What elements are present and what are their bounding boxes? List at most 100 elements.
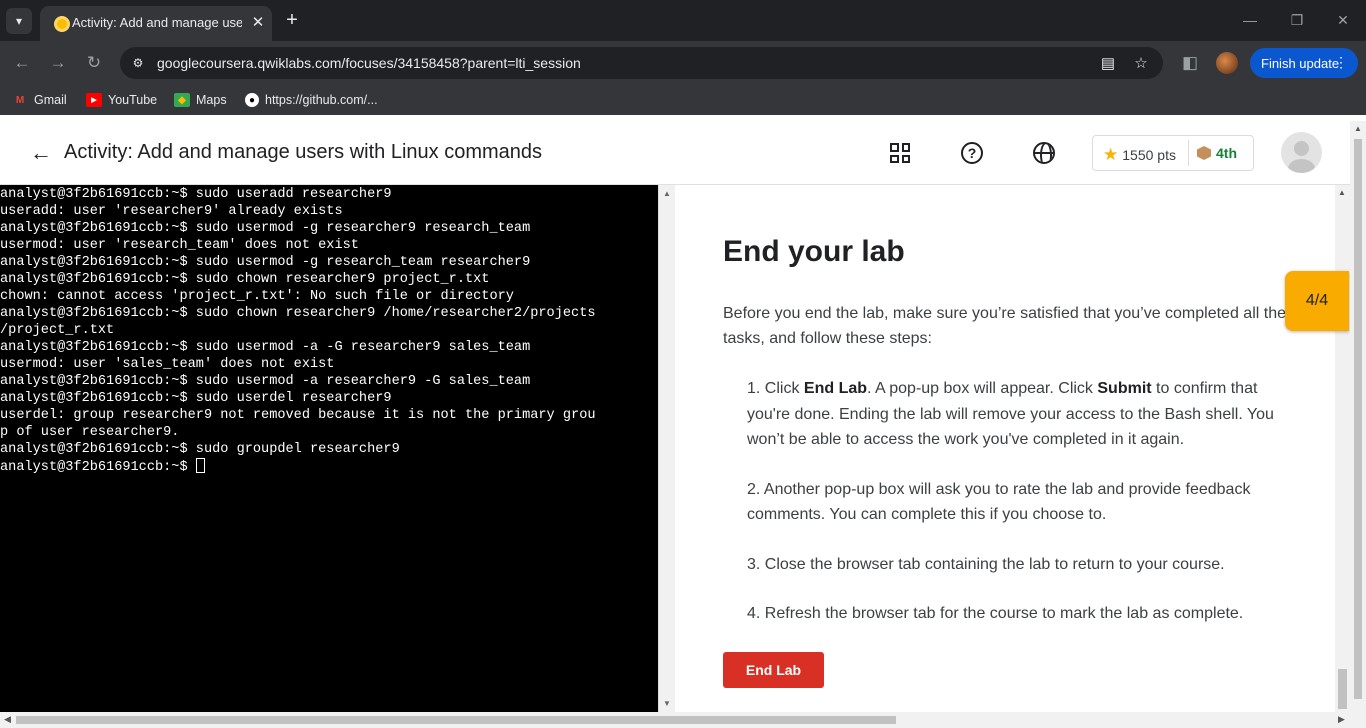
- github-icon: ●: [245, 93, 259, 107]
- step-number: 3.: [747, 555, 765, 573]
- horizontal-scrollbar[interactable]: ◀ ▶: [0, 712, 1366, 728]
- terminal-line: analyst@3f2b61691ccb:~$: [0, 458, 658, 475]
- lab-header: ← Activity: Add and manage users with Li…: [0, 121, 1350, 185]
- terminal-panel[interactable]: analyst@3f2b61691ccb:~$ sudo useradd res…: [0, 185, 658, 712]
- side-panel-icon[interactable]: ◧: [1176, 49, 1204, 77]
- step-item: 1. Click End Lab. A pop-up box will appe…: [747, 376, 1287, 453]
- step-item: 3. Close the browser tab containing the …: [747, 552, 1287, 578]
- scroll-up-icon[interactable]: ▲: [663, 189, 671, 198]
- browser-toolbar: ← → ↻ ⚙ googlecoursera.qwiklabs.com/focu…: [0, 41, 1366, 85]
- scrollbar-thumb[interactable]: [16, 716, 896, 724]
- end-lab-button[interactable]: End Lab: [723, 652, 824, 688]
- finish-update-label: Finish update: [1261, 55, 1340, 71]
- tab-search-chevron-icon[interactable]: ▾: [6, 8, 32, 34]
- terminal-line: analyst@3f2b61691ccb:~$ sudo usermod -a …: [0, 374, 531, 389]
- address-bar[interactable]: ⚙ googlecoursera.qwiklabs.com/focuses/34…: [120, 47, 1163, 79]
- step-text: Another pop-up box will ask you to rate …: [747, 480, 1251, 524]
- instructions-panel: End your lab Before you end the lab, mak…: [675, 185, 1335, 712]
- points-badge[interactable]: ★ 1550 pts 4th: [1092, 135, 1254, 171]
- step-text: Close the browser tab containing the lab…: [764, 555, 1225, 573]
- terminal-cursor: [195, 458, 205, 473]
- help-icon[interactable]: ?: [958, 139, 986, 167]
- terminal-line: usermod: user 'sales_team' does not exis…: [0, 357, 335, 372]
- bookmark-label: Maps: [196, 93, 227, 107]
- youtube-icon: ▶: [86, 93, 102, 107]
- scroll-down-icon[interactable]: ▼: [663, 699, 671, 708]
- intro-text: Before you end the lab, make sure you’re…: [723, 305, 1286, 347]
- divider: [1188, 140, 1189, 166]
- terminal-line: /project_r.txt: [0, 323, 115, 338]
- step-text: . A pop-up box will appear. Click: [867, 380, 1098, 397]
- terminal-line: analyst@3f2b61691ccb:~$ sudo chown resea…: [0, 306, 596, 321]
- terminal-line: analyst@3f2b61691ccb:~$ sudo usermod -g …: [0, 221, 531, 236]
- bookmark-star-icon[interactable]: ☆: [1131, 53, 1151, 73]
- tab-close-icon[interactable]: ✕: [248, 12, 268, 32]
- page-scrollbar[interactable]: ▲: [1350, 121, 1366, 712]
- active-tab[interactable]: Activity: Add and manage users ✕: [40, 6, 272, 41]
- terminal-output: analyst@3f2b61691ccb:~$ sudo useradd res…: [0, 185, 658, 475]
- back-arrow-icon[interactable]: ←: [28, 140, 54, 166]
- step-number: 2.: [747, 480, 764, 498]
- scroll-up-icon[interactable]: ▲: [1338, 188, 1346, 197]
- forward-arrow-icon[interactable]: →: [44, 49, 72, 77]
- scroll-left-icon[interactable]: ◀: [4, 714, 11, 725]
- minimize-icon[interactable]: —: [1236, 8, 1264, 32]
- section-title: End your lab: [723, 235, 905, 268]
- terminal-line: useradd: user 'researcher9' already exis…: [0, 204, 343, 219]
- step-emphasis: Submit: [1097, 380, 1152, 397]
- tab-favicon-icon: [54, 16, 70, 32]
- bookmark-label: Gmail: [34, 93, 67, 107]
- finish-update-button[interactable]: Finish update ⋮: [1250, 48, 1358, 78]
- terminal-line: p of user researcher9.: [0, 425, 180, 440]
- terminal-line: analyst@3f2b61691ccb:~$ sudo userdel res…: [0, 391, 392, 406]
- step-text: Refresh the browser tab for the course t…: [764, 605, 1244, 622]
- bookmark-youtube[interactable]: ▶ YouTube: [86, 91, 157, 109]
- reload-icon[interactable]: ↻: [80, 49, 108, 77]
- step-counter[interactable]: 4/4: [1285, 271, 1349, 331]
- profile-avatar[interactable]: [1216, 52, 1238, 74]
- globe-icon[interactable]: [1030, 139, 1058, 167]
- maps-icon: ◆: [174, 93, 190, 107]
- new-tab-icon[interactable]: +: [280, 8, 304, 32]
- restore-icon[interactable]: ❐: [1283, 8, 1311, 32]
- star-icon: ★: [1103, 145, 1119, 164]
- terminal-scrollbar[interactable]: ▲ ▼: [658, 185, 675, 712]
- scrollbar-thumb[interactable]: [1354, 139, 1362, 699]
- scroll-up-icon[interactable]: ▲: [1354, 124, 1362, 133]
- tab-strip: ▾ Activity: Add and manage users ✕ + — ❐…: [0, 0, 1366, 41]
- site-info-icon[interactable]: ⚙: [130, 55, 146, 71]
- window-close-icon[interactable]: ✕: [1329, 8, 1357, 32]
- bookmark-label: YouTube: [108, 93, 158, 107]
- bookmark-label: https://github.com/...: [265, 93, 378, 107]
- steps-list: 1. Click End Lab. A pop-up box will appe…: [747, 376, 1287, 651]
- clipboard-icon[interactable]: ▤: [1098, 53, 1118, 73]
- terminal-line: analyst@3f2b61691ccb:~$ sudo chown resea…: [0, 272, 490, 287]
- back-arrow-icon[interactable]: ←: [8, 49, 36, 77]
- scroll-right-icon[interactable]: ▶: [1338, 714, 1345, 725]
- rank-display: 4th: [1197, 145, 1237, 161]
- step-emphasis: End Lab: [803, 380, 868, 397]
- terminal-line: usermod: user 'research_team' does not e…: [0, 238, 359, 253]
- step-text: Click: [764, 380, 804, 397]
- step-number: 1.: [747, 380, 765, 397]
- bookmarks-bar: M Gmail ▶ YouTube ◆ Maps ● https://githu…: [0, 85, 1366, 115]
- terminal-line: analyst@3f2b61691ccb:~$ sudo usermod -g …: [0, 255, 531, 270]
- step-number: 4.: [747, 605, 765, 622]
- terminal-line: analyst@3f2b61691ccb:~$ sudo useradd res…: [0, 187, 392, 202]
- more-menu-icon: ⋮: [1334, 54, 1348, 70]
- instructions-scrollbar[interactable]: ▲: [1335, 185, 1350, 712]
- dashboard-icon[interactable]: [886, 139, 914, 167]
- gmail-icon: M: [15, 94, 25, 106]
- scrollbar-thumb[interactable]: [1338, 669, 1347, 709]
- points-value: 1550 pts: [1122, 147, 1176, 163]
- bookmark-github[interactable]: ● https://github.com/...: [245, 91, 378, 109]
- user-avatar[interactable]: [1281, 132, 1322, 173]
- url-text: googlecoursera.qwiklabs.com/focuses/3415…: [157, 55, 581, 71]
- tab-title: Activity: Add and manage users: [72, 15, 242, 30]
- league-badge-icon: [1197, 146, 1211, 160]
- bookmark-gmail[interactable]: M Gmail: [12, 91, 67, 109]
- terminal-line: analyst@3f2b61691ccb:~$ sudo groupdel re…: [0, 442, 400, 457]
- page: ← Activity: Add and manage users with Li…: [0, 121, 1366, 728]
- bookmark-maps[interactable]: ◆ Maps: [174, 91, 227, 109]
- rank-value: 4th: [1216, 145, 1237, 161]
